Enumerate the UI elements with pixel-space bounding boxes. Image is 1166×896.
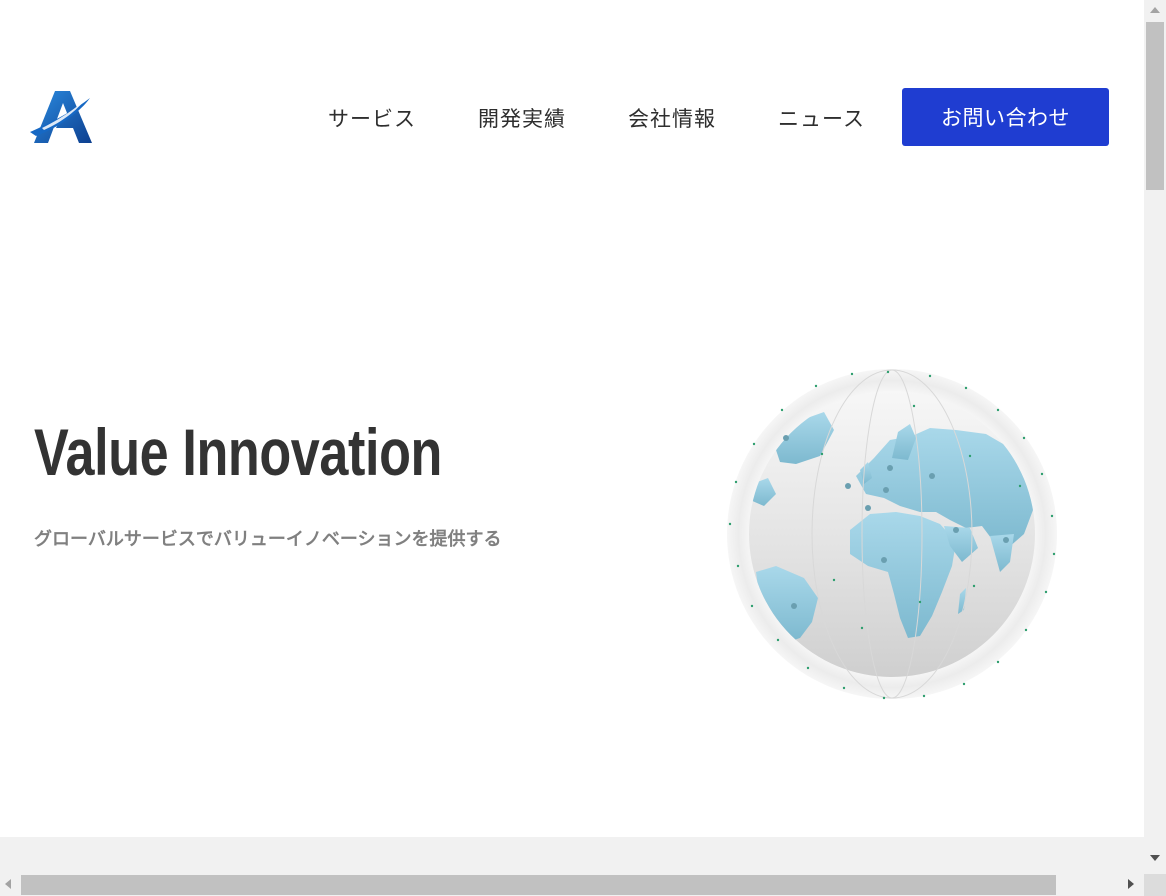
nav-company[interactable]: 会社情報	[628, 104, 716, 134]
nav-works[interactable]: 開発実績	[478, 104, 566, 134]
horizontal-scrollbar-thumb[interactable]	[21, 875, 1056, 895]
scroll-down-arrow-icon[interactable]	[1150, 855, 1160, 861]
scroll-left-arrow-icon[interactable]	[5, 879, 11, 889]
globe-illustration-icon	[727, 369, 1057, 700]
company-logo-icon[interactable]	[28, 88, 94, 146]
hero-subtitle: グローバルサービスでバリューイノベーションを提供する	[34, 529, 502, 550]
contact-button[interactable]: お問い合わせ	[902, 88, 1109, 146]
hero-title: Value Innovation	[34, 415, 442, 489]
page-viewport: サービス 開発実績 会社情報 ニュース お問い合わせ Value Innovat…	[0, 0, 1144, 837]
scroll-right-arrow-icon[interactable]	[1128, 879, 1134, 889]
scrollbar-corner	[1144, 874, 1166, 896]
nav-news[interactable]: ニュース	[778, 104, 865, 134]
scroll-up-arrow-icon[interactable]	[1150, 7, 1160, 13]
nav-services[interactable]: サービス	[328, 104, 416, 134]
next-section-background	[0, 837, 1144, 874]
vertical-scrollbar-thumb[interactable]	[1146, 22, 1164, 190]
